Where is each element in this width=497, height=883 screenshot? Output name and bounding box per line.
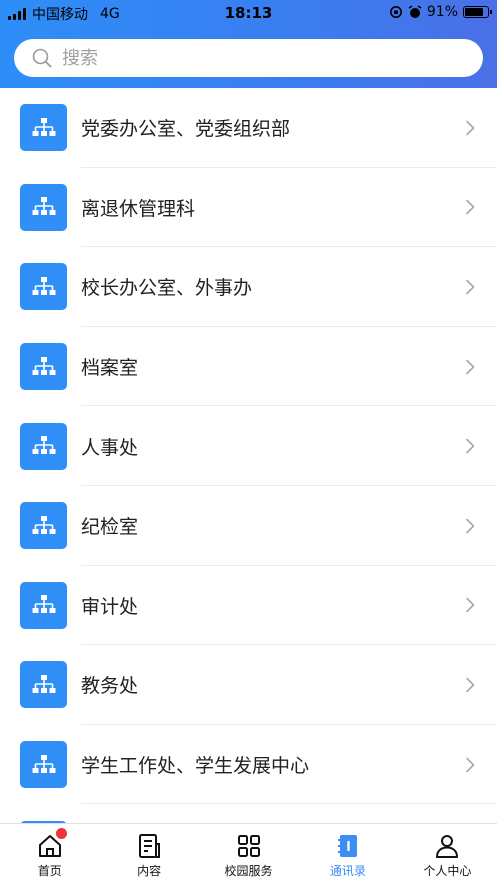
department-name: 档案室 [81,357,139,380]
chevron-right-icon [466,120,475,136]
rotation-lock-icon [389,6,402,18]
department-row[interactable]: 校长办公室、外事办 [0,247,497,327]
tab-profile[interactable]: 个人中心 [398,824,497,883]
battery-percent: 91% [426,4,458,20]
grid-icon [237,835,260,857]
tab-bar: 首页 内容 校园服务 通讯录 个人中心 [0,823,497,883]
tab-contacts[interactable]: 通讯录 [298,824,397,883]
tab-label: 首页 [37,864,62,878]
department-row[interactable]: 党委办公室、党委组织部 [0,88,497,168]
chevron-right-icon [466,279,475,295]
alarm-icon [408,5,422,18]
department-row[interactable]: 档案室 [0,327,497,407]
chevron-right-icon [466,200,475,215]
org-chart-icon [20,741,67,789]
org-chart-icon [20,183,67,231]
department-row[interactable]: 学生工作处、学生发展中心 [0,725,497,805]
department-name: 审计处 [81,595,139,618]
department-row[interactable] [0,804,497,823]
contacts-book-icon [337,835,357,857]
document-icon [139,834,161,858]
department-row[interactable]: 纪检室 [0,486,497,566]
chevron-right-icon [466,359,475,374]
org-chart-icon [20,502,67,550]
org-chart-icon [20,661,67,709]
search-bar[interactable] [14,39,483,77]
department-name: 党委办公室、党委组织部 [81,118,291,141]
chevron-right-icon [466,438,475,454]
notification-badge [56,828,67,839]
header: 中国移动 4G 18:13 91% [0,0,497,88]
search-input[interactable] [60,46,444,70]
department-name: 教务处 [81,675,139,698]
tab-label: 校园服务 [224,864,273,878]
chevron-right-icon [466,518,475,534]
org-chart-icon [20,581,67,629]
tab-campus-services[interactable]: 校园服务 [199,824,298,883]
tab-content[interactable]: 内容 [99,824,198,883]
department-name: 离退休管理科 [81,197,196,220]
tab-label: 个人中心 [423,864,472,878]
user-icon [436,835,459,858]
chevron-right-icon [466,598,475,613]
chevron-right-icon [466,677,475,693]
org-chart-icon [20,104,67,152]
department-list: 党委办公室、党委组织部 离退休管理科校长办公室、外事办 档案室人事处纪检室审计处教务… [0,88,497,823]
tab-label: 通讯录 [329,864,366,878]
chevron-right-icon [466,757,475,772]
battery-icon [463,6,492,18]
org-chart-icon [20,263,67,311]
department-name: 纪检室 [81,516,139,539]
department-name: 学生工作处、学生发展中心 [81,755,310,778]
org-chart-icon [20,343,67,391]
org-chart-icon [20,422,67,470]
status-bar: 中国移动 4G 18:13 91% [0,0,497,26]
department-row[interactable]: 教务处 [0,645,497,725]
department-name: 人事处 [81,436,139,459]
department-row[interactable]: 离退休管理科 [0,168,497,248]
search-icon [32,48,52,68]
tab-label: 内容 [137,864,162,878]
tab-home[interactable]: 首页 [0,824,99,883]
department-row[interactable]: 人事处 [0,406,497,486]
department-name: 校长办公室、外事办 [81,277,253,300]
department-row[interactable]: 审计处 [0,566,497,646]
